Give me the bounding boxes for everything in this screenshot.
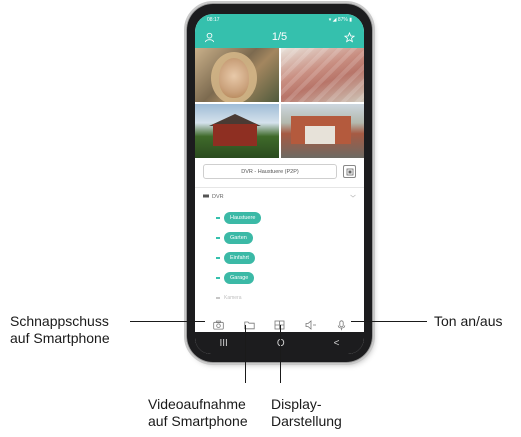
camera-view-4[interactable] [280, 104, 364, 158]
camera-icon[interactable] [213, 320, 224, 330]
list-item[interactable]: Garten [216, 228, 356, 248]
list-item[interactable]: Garage [216, 268, 356, 288]
channel-chip[interactable]: Haustuere [224, 212, 262, 224]
status-indicators: ▾ ◢ 87% ▮ [328, 17, 352, 23]
callout-line-display [280, 325, 281, 383]
callout-line-sound [351, 321, 427, 322]
channel-chip[interactable]: Garten [224, 232, 253, 244]
callout-video-line1: Videoaufnahme [148, 396, 246, 412]
callout-display-line2: Darstellung [271, 413, 342, 429]
callout-video-line2: auf Smartphone [148, 413, 248, 429]
status-time: 08:17 [207, 17, 220, 23]
tree-root-label: DVR [212, 194, 224, 200]
channel-select[interactable]: DVR - Haustuere (P2P) [203, 164, 337, 179]
app-header: 1/5 [195, 26, 364, 48]
callout-video: Videoaufnahme auf Smartphone [148, 396, 248, 430]
status-bar: 08:17 ▾ ◢ 87% ▮ [195, 14, 364, 26]
back-button[interactable]: < [334, 338, 340, 349]
fullscreen-button[interactable] [343, 165, 356, 178]
disabled-item-label: Kamera [224, 295, 242, 301]
callout-display: Display- Darstellung [271, 396, 342, 430]
callout-display-line1: Display- [271, 396, 322, 412]
camera-view-1[interactable] [195, 48, 279, 102]
smartphone-frame: 08:17 ▾ ◢ 87% ▮ 1/5 DVR - Haustuere (P2P… [184, 1, 375, 365]
tree-items: Haustuere Garten Einfahrt Garage Kamera [203, 208, 356, 308]
speaker-icon[interactable] [305, 320, 317, 330]
tree-root[interactable]: DVR [203, 194, 356, 200]
fullscreen-icon [346, 163, 354, 181]
callout-sound: Ton an/aus [434, 313, 503, 330]
callout-snapshot-line2: auf Smartphone [10, 330, 110, 346]
callout-line-snapshot [130, 321, 205, 322]
camera-grid [195, 48, 364, 158]
star-icon[interactable] [343, 31, 355, 43]
camera-view-3[interactable] [195, 104, 279, 158]
mic-icon[interactable] [337, 319, 346, 331]
list-item[interactable]: Kamera [216, 288, 356, 308]
callout-sound-line1: Ton an/aus [434, 313, 503, 329]
channel-row: DVR - Haustuere (P2P) [195, 158, 364, 179]
phone-screen: 08:17 ▾ ◢ 87% ▮ 1/5 DVR - Haustuere (P2P… [195, 14, 364, 354]
user-icon[interactable] [204, 32, 215, 43]
collapse-icon[interactable] [350, 194, 356, 200]
channel-chip[interactable]: Einfahrt [224, 252, 255, 264]
callout-snapshot: Schnappschuss auf Smartphone [10, 313, 110, 347]
list-item[interactable]: Haustuere [216, 208, 356, 228]
callout-snapshot-line1: Schnappschuss [10, 313, 109, 329]
page-indicator: 1/5 [271, 31, 288, 43]
camera-view-2[interactable] [280, 48, 364, 102]
callout-line-video [245, 325, 246, 383]
dvr-icon [203, 194, 209, 200]
list-item[interactable]: Einfahrt [216, 248, 356, 268]
device-tree: DVR Haustuere Garten Einfahrt Garage Kam… [195, 188, 364, 308]
channel-chip[interactable]: Garage [224, 272, 255, 284]
recent-apps-button[interactable]: III [220, 338, 228, 349]
